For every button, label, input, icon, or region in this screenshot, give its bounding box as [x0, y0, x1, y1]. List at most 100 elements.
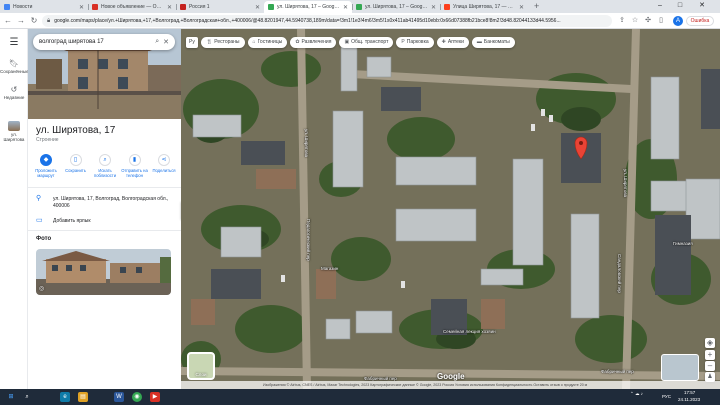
windows-start-icon[interactable]: ⊞ [6, 392, 16, 402]
new-tab-button[interactable]: + [528, 1, 545, 13]
close-icon[interactable]: ✕ [255, 4, 260, 11]
tab-favicon [444, 4, 450, 10]
forward-icon[interactable]: → [15, 15, 27, 27]
satellite-imagery [181, 29, 720, 389]
chrome-icon[interactable]: ◉ [132, 392, 142, 402]
hotel-icon: ⌂ [252, 39, 256, 45]
language-indicator[interactable]: РУС [662, 394, 671, 399]
zoom-in-button[interactable]: + [705, 350, 715, 360]
poi-label[interactable]: Семейная лекция хозяин [443, 329, 496, 334]
chip-transit[interactable]: ▣ Общ. транспорт [339, 37, 394, 48]
atm-icon: ▬ [476, 39, 482, 45]
tab-5[interactable]: Улица Ширятова, 17 — Янде... ✕ [440, 1, 528, 13]
chip-entertainment[interactable]: ✿ Развлечения [290, 37, 337, 48]
address-bar: ← → ↻ 🔒︎ google.com/maps/place/ул.+Ширят… [0, 13, 720, 29]
chip-label: Аптеки [447, 39, 464, 45]
close-window-icon[interactable]: ✕ [694, 0, 710, 12]
clock-time[interactable]: 17:57 [684, 390, 695, 395]
directions-button[interactable]: ◆ Проложить маршрут [32, 154, 60, 178]
rail-item-place[interactable]: ул. Ширятова [0, 121, 28, 142]
layers-button[interactable]: Слои [187, 352, 215, 380]
add-label-row[interactable]: ▭ Добавить ярлык [36, 217, 176, 225]
street-view-thumbnail[interactable] [661, 354, 699, 381]
tab-0[interactable]: Новости ✕ [0, 1, 88, 13]
search-icon[interactable]: ⌕ [22, 392, 32, 402]
place-title: ул. Ширятова, 17 [36, 125, 116, 136]
tab-2[interactable]: Россия 1 ✕ [176, 1, 264, 13]
minimize-icon[interactable]: – [652, 0, 668, 12]
chip-restaurants[interactable]: 🍴︎ Рестораны [200, 37, 245, 48]
left-rail: ☰ 🔖︎ Сохранённые ↺ Недавние ул. Ширятова [0, 29, 29, 389]
close-icon[interactable]: ✕ [167, 4, 172, 11]
menu-icon[interactable]: ☰ [0, 37, 28, 49]
chip-parking[interactable]: P Парковка [396, 37, 434, 48]
action-label: Сохранить [65, 168, 86, 173]
rail-item-label: Недавние [3, 95, 25, 100]
tab-4[interactable]: ул. Ширятова, 17 – Google К... ✕ [352, 1, 440, 13]
close-icon[interactable]: ✕ [431, 4, 436, 11]
street-label: Фабричный пер [601, 369, 634, 374]
maximize-icon[interactable]: □ [672, 0, 688, 12]
close-icon[interactable]: ✕ [79, 4, 84, 11]
edge-icon[interactable]: e [60, 392, 70, 402]
chip-hotels[interactable]: ⌂ Гостиницы [247, 37, 288, 48]
avatar[interactable]: А [673, 16, 683, 26]
taskbar: ⊞ ⌕ e ▤ W ◉ ▶ ⌃ ☁ ♪ РУС 17:57 24.11.2023 [0, 389, 720, 405]
send-to-phone-button[interactable]: ▮ Отправить на телефон [121, 154, 149, 178]
reload-icon[interactable]: ↻ [28, 15, 40, 27]
tab-title: Улица Ширятова, 17 — Янде... [453, 4, 516, 10]
rail-item-saved[interactable]: 🔖︎ Сохранённые [0, 59, 29, 74]
tab-1[interactable]: Новое объявление — Объявл... ✕ [88, 1, 176, 13]
pharmacy-icon: ✚ [441, 39, 446, 45]
language-chip[interactable]: Ру [186, 37, 198, 48]
share-button[interactable]: ⋖ Поделиться [150, 154, 178, 178]
tab-favicon [356, 4, 362, 10]
poi-label[interactable]: Магазин [321, 266, 338, 271]
restaurant-icon: 🍴︎ [205, 39, 213, 45]
poi-label[interactable]: Гимназия [673, 241, 693, 246]
search-box[interactable]: волгоград ширятова 17 ⌕ ✕ [33, 34, 175, 50]
tab-favicon [4, 4, 10, 10]
street-label: ул. Ширятова [623, 169, 628, 198]
search-input[interactable]: волгоград ширятова 17 [39, 39, 151, 45]
extensions-icon[interactable]: ✣ [643, 16, 653, 26]
layers-label: Слои [195, 372, 207, 377]
place-photo[interactable]: ◎ [36, 249, 171, 295]
save-button[interactable]: ▯ Сохранить [62, 154, 90, 178]
error-button[interactable]: Ошибка [686, 16, 714, 26]
nearby-button[interactable]: ⌕ Искать поблизости [91, 154, 119, 178]
sidebar-icon[interactable]: ▯ [656, 16, 666, 26]
tab-3[interactable]: ул. Ширятова, 17 – Google К... ✕ [264, 1, 352, 13]
search-icon[interactable]: ⌕ [155, 38, 159, 46]
share-icon: ⋖ [158, 154, 170, 166]
clock-date[interactable]: 24.11.2023 [678, 397, 700, 402]
word-icon[interactable]: W [114, 392, 124, 402]
lock-icon[interactable]: 🔒︎ [47, 18, 50, 25]
phone-icon: ▮ [128, 154, 141, 166]
close-icon[interactable]: ✕ [163, 38, 169, 46]
close-icon[interactable]: ✕ [519, 4, 524, 11]
zoom-out-button[interactable]: – [705, 361, 715, 371]
tab-favicon [268, 4, 274, 10]
back-icon[interactable]: ← [2, 15, 14, 27]
rail-item-recent[interactable]: ↺ Недавние [0, 85, 28, 100]
close-icon[interactable]: ✕ [343, 4, 348, 11]
address-row[interactable]: ⚲ ул. Ширятова, 17, Волгоград, Волгоград… [36, 195, 176, 209]
url-field[interactable]: 🔒︎ google.com/maps/place/ул.+Ширятова,+1… [42, 15, 612, 27]
file-explorer-icon[interactable]: ▤ [78, 392, 88, 402]
satellite-map[interactable]: Ру 🍴︎ Рестораны ⌂ Гостиницы ✿ Развлечения ▣… [181, 29, 720, 389]
compass-icon[interactable]: ◈ [705, 338, 715, 348]
tab-title: ул. Ширятова, 17 – Google К... [365, 4, 428, 10]
chip-label: Рестораны [214, 39, 240, 45]
parking-icon: P [401, 39, 405, 45]
share-icon[interactable]: ⇪ [617, 16, 627, 26]
star-icon[interactable]: ☆ [630, 16, 640, 26]
chip-atm[interactable]: ▬ Банкоматы [471, 37, 515, 48]
url-text: google.com/maps/place/ул.+Ширятова,+17,+… [54, 18, 561, 24]
tab-title: Новости [13, 4, 33, 10]
chip-pharmacy[interactable]: ✚ Аптеки [436, 37, 469, 48]
action-label: Проложить маршрут [35, 168, 57, 178]
tray-icons[interactable]: ⌃ ☁ ♪ [630, 391, 643, 397]
address-text: ул. Ширятова, 17, Волгоград, Волгоградск… [53, 196, 169, 209]
app-icon[interactable]: ▶ [150, 392, 160, 402]
